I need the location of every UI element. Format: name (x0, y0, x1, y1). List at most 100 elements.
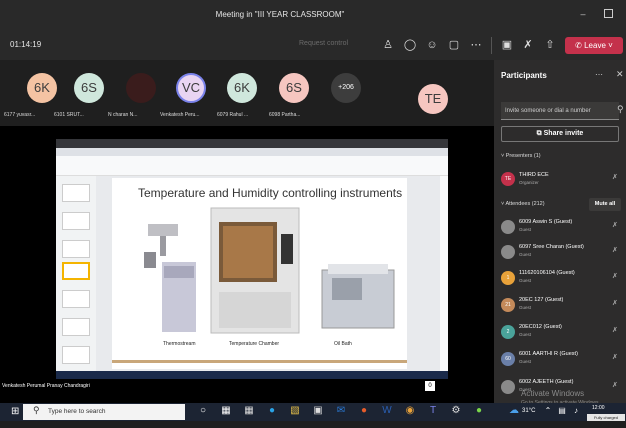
slide-divider (112, 360, 407, 363)
taskbar-search-placeholder: Type here to search (48, 408, 106, 415)
attendee-name: 111620106104 (Guest) (519, 270, 575, 276)
close-icon[interactable]: ✕ (616, 69, 624, 80)
presenter-role: Organizer (519, 180, 539, 185)
presenter-name-label: Venkatesh Perumal Pranay Chandragiri (2, 383, 90, 389)
invite-input[interactable]: Invite someone or dial a number (501, 102, 619, 120)
presenter-avatar: TE (501, 172, 515, 186)
volume-icon[interactable]: ♪ (570, 405, 582, 417)
attendee-avatar: 1 (501, 271, 515, 285)
teams-icon[interactable]: T (427, 405, 439, 417)
attendee-name: 6002 AJEETH (Guest) (519, 379, 574, 385)
mic-off-icon: ✗ (612, 273, 618, 280)
image-caption: Thermostream (163, 341, 196, 347)
battery-tooltip: Fully charged (100%) (587, 414, 625, 427)
attendee-name: 20EC012 (Guest) (519, 324, 562, 330)
cortana-icon[interactable]: ○ (197, 405, 209, 417)
camera-off-icon[interactable]: ▣ (500, 38, 514, 52)
app-icon[interactable]: ● (473, 405, 485, 417)
participant-name: 6098 Partha... (269, 112, 301, 118)
presenters-header[interactable]: ˅ Presenters (1) (501, 153, 541, 159)
attendee-avatar: 2 (501, 325, 515, 339)
participant-avatar[interactable]: 6S (74, 73, 104, 103)
slides-toolbar (56, 156, 448, 176)
mail-icon[interactable]: ✉ (335, 405, 347, 417)
participant-avatar[interactable]: 6K (27, 73, 57, 103)
attendees-header[interactable]: ˅ Attendees (212) (501, 201, 545, 207)
share-screen-icon[interactable]: ⇧ (543, 38, 557, 52)
maximize-button[interactable] (604, 9, 613, 18)
window-title: Meeting in "III YEAR CLASSROOM" (215, 10, 345, 19)
slide-thumbnail (62, 318, 90, 336)
presenters-header-label: Presenters (1) (505, 153, 541, 159)
toolbar-divider (491, 37, 492, 54)
more-options-icon[interactable]: ⋯ (469, 38, 483, 52)
weather-icon[interactable]: ☁ (508, 405, 520, 417)
participant-avatar[interactable]: VC (176, 73, 206, 103)
word-icon[interactable]: W (381, 405, 393, 417)
mic-off-icon: ✗ (612, 247, 618, 254)
participant-name: Venkatesh Peru... (160, 112, 200, 118)
attendee-role: Guest (519, 278, 532, 283)
participant-name: 6101 SRUT... (54, 112, 84, 118)
slide-title: Temperature and Humidity controlling ins… (138, 186, 403, 200)
mute-all-button[interactable]: Mute all (589, 198, 621, 211)
info-icon[interactable]: 0 (425, 381, 435, 391)
settings-icon[interactable]: ⚙ (450, 405, 462, 417)
attendee-role: Guest (519, 252, 532, 257)
temperature-chamber-image (210, 207, 300, 334)
leave-button[interactable]: ✆ Leave ˅ (565, 37, 623, 54)
app-icon[interactable]: ▦ (243, 405, 255, 417)
participant-avatar[interactable]: 6S (279, 73, 309, 103)
attendee-avatar (501, 380, 515, 394)
firefox-icon[interactable]: ● (358, 405, 370, 417)
participant-avatar[interactable]: 6K (227, 73, 257, 103)
search-icon[interactable]: ⚲ (617, 104, 624, 115)
store-icon[interactable]: ▣ (312, 405, 324, 417)
attendees-header-label: Attendees (212) (505, 201, 545, 207)
network-icon[interactable]: ▤ (556, 405, 568, 417)
presenter-name: THIRD ECE (519, 172, 549, 178)
browser-address-bar (56, 148, 448, 156)
temperature-readout[interactable]: 31°C (522, 408, 535, 414)
chrome-icon[interactable]: ◉ (404, 405, 416, 417)
reactions-icon[interactable]: ☺ (425, 38, 439, 52)
thermostream-image (144, 224, 196, 332)
participant-name: 6079 Rahul ... (217, 112, 249, 118)
attendee-name: 6001 AARTHI R (Guest) (519, 351, 578, 357)
attendee-name: 6097 Sree Charan (Guest) (519, 244, 584, 250)
attendee-role: Guest (519, 359, 532, 364)
mic-off-icon: ✗ (612, 300, 618, 307)
share-invite-button[interactable]: ⧉ Share invite (501, 126, 619, 142)
mic-off-icon[interactable]: ✗ (521, 38, 535, 52)
attendee-role: Guest (519, 387, 532, 392)
task-view-icon[interactable]: ▦ (220, 405, 232, 417)
attendee-avatar: 60 (501, 352, 515, 366)
participant-avatar[interactable] (126, 73, 156, 103)
attendee-name: 6009 Aswin S (Guest) (519, 219, 573, 225)
chat-icon[interactable]: ◯ (403, 38, 417, 52)
slides-side-panel (440, 176, 448, 371)
file-explorer-icon[interactable]: ▧ (289, 405, 301, 417)
more-options-icon[interactable]: ⋯ (595, 70, 603, 79)
attendee-avatar (501, 245, 515, 259)
participant-name: 6177 yuvasr... (4, 112, 36, 118)
leave-label: Leave (584, 41, 606, 50)
rooms-icon[interactable]: ▢ (447, 38, 461, 52)
panel-title: Participants (501, 71, 547, 80)
presenter-avatar: TE (418, 84, 448, 114)
attendee-role: Guest (519, 227, 532, 232)
attendee-name: 20EC 127 (Guest) (519, 297, 564, 303)
slide-thumbnail (62, 262, 90, 280)
share-invite-label: Share invite (543, 130, 584, 137)
more-participants-avatar[interactable]: +206 (331, 73, 361, 103)
minimize-button[interactable]: – (578, 9, 588, 19)
image-caption: Temperature Chamber (229, 341, 280, 347)
request-control-button[interactable]: Request control (299, 40, 348, 47)
edge-icon[interactable]: ● (266, 405, 278, 417)
chevron-up-icon[interactable]: ⌃ (542, 405, 554, 417)
mic-off-icon: ✗ (612, 354, 618, 361)
taskbar-clock[interactable]: 12:00 (592, 405, 605, 411)
participants-icon[interactable]: ♙ (381, 38, 395, 52)
attendee-role: Guest (519, 332, 532, 337)
windows-start-icon[interactable]: ⊞ (11, 406, 19, 417)
